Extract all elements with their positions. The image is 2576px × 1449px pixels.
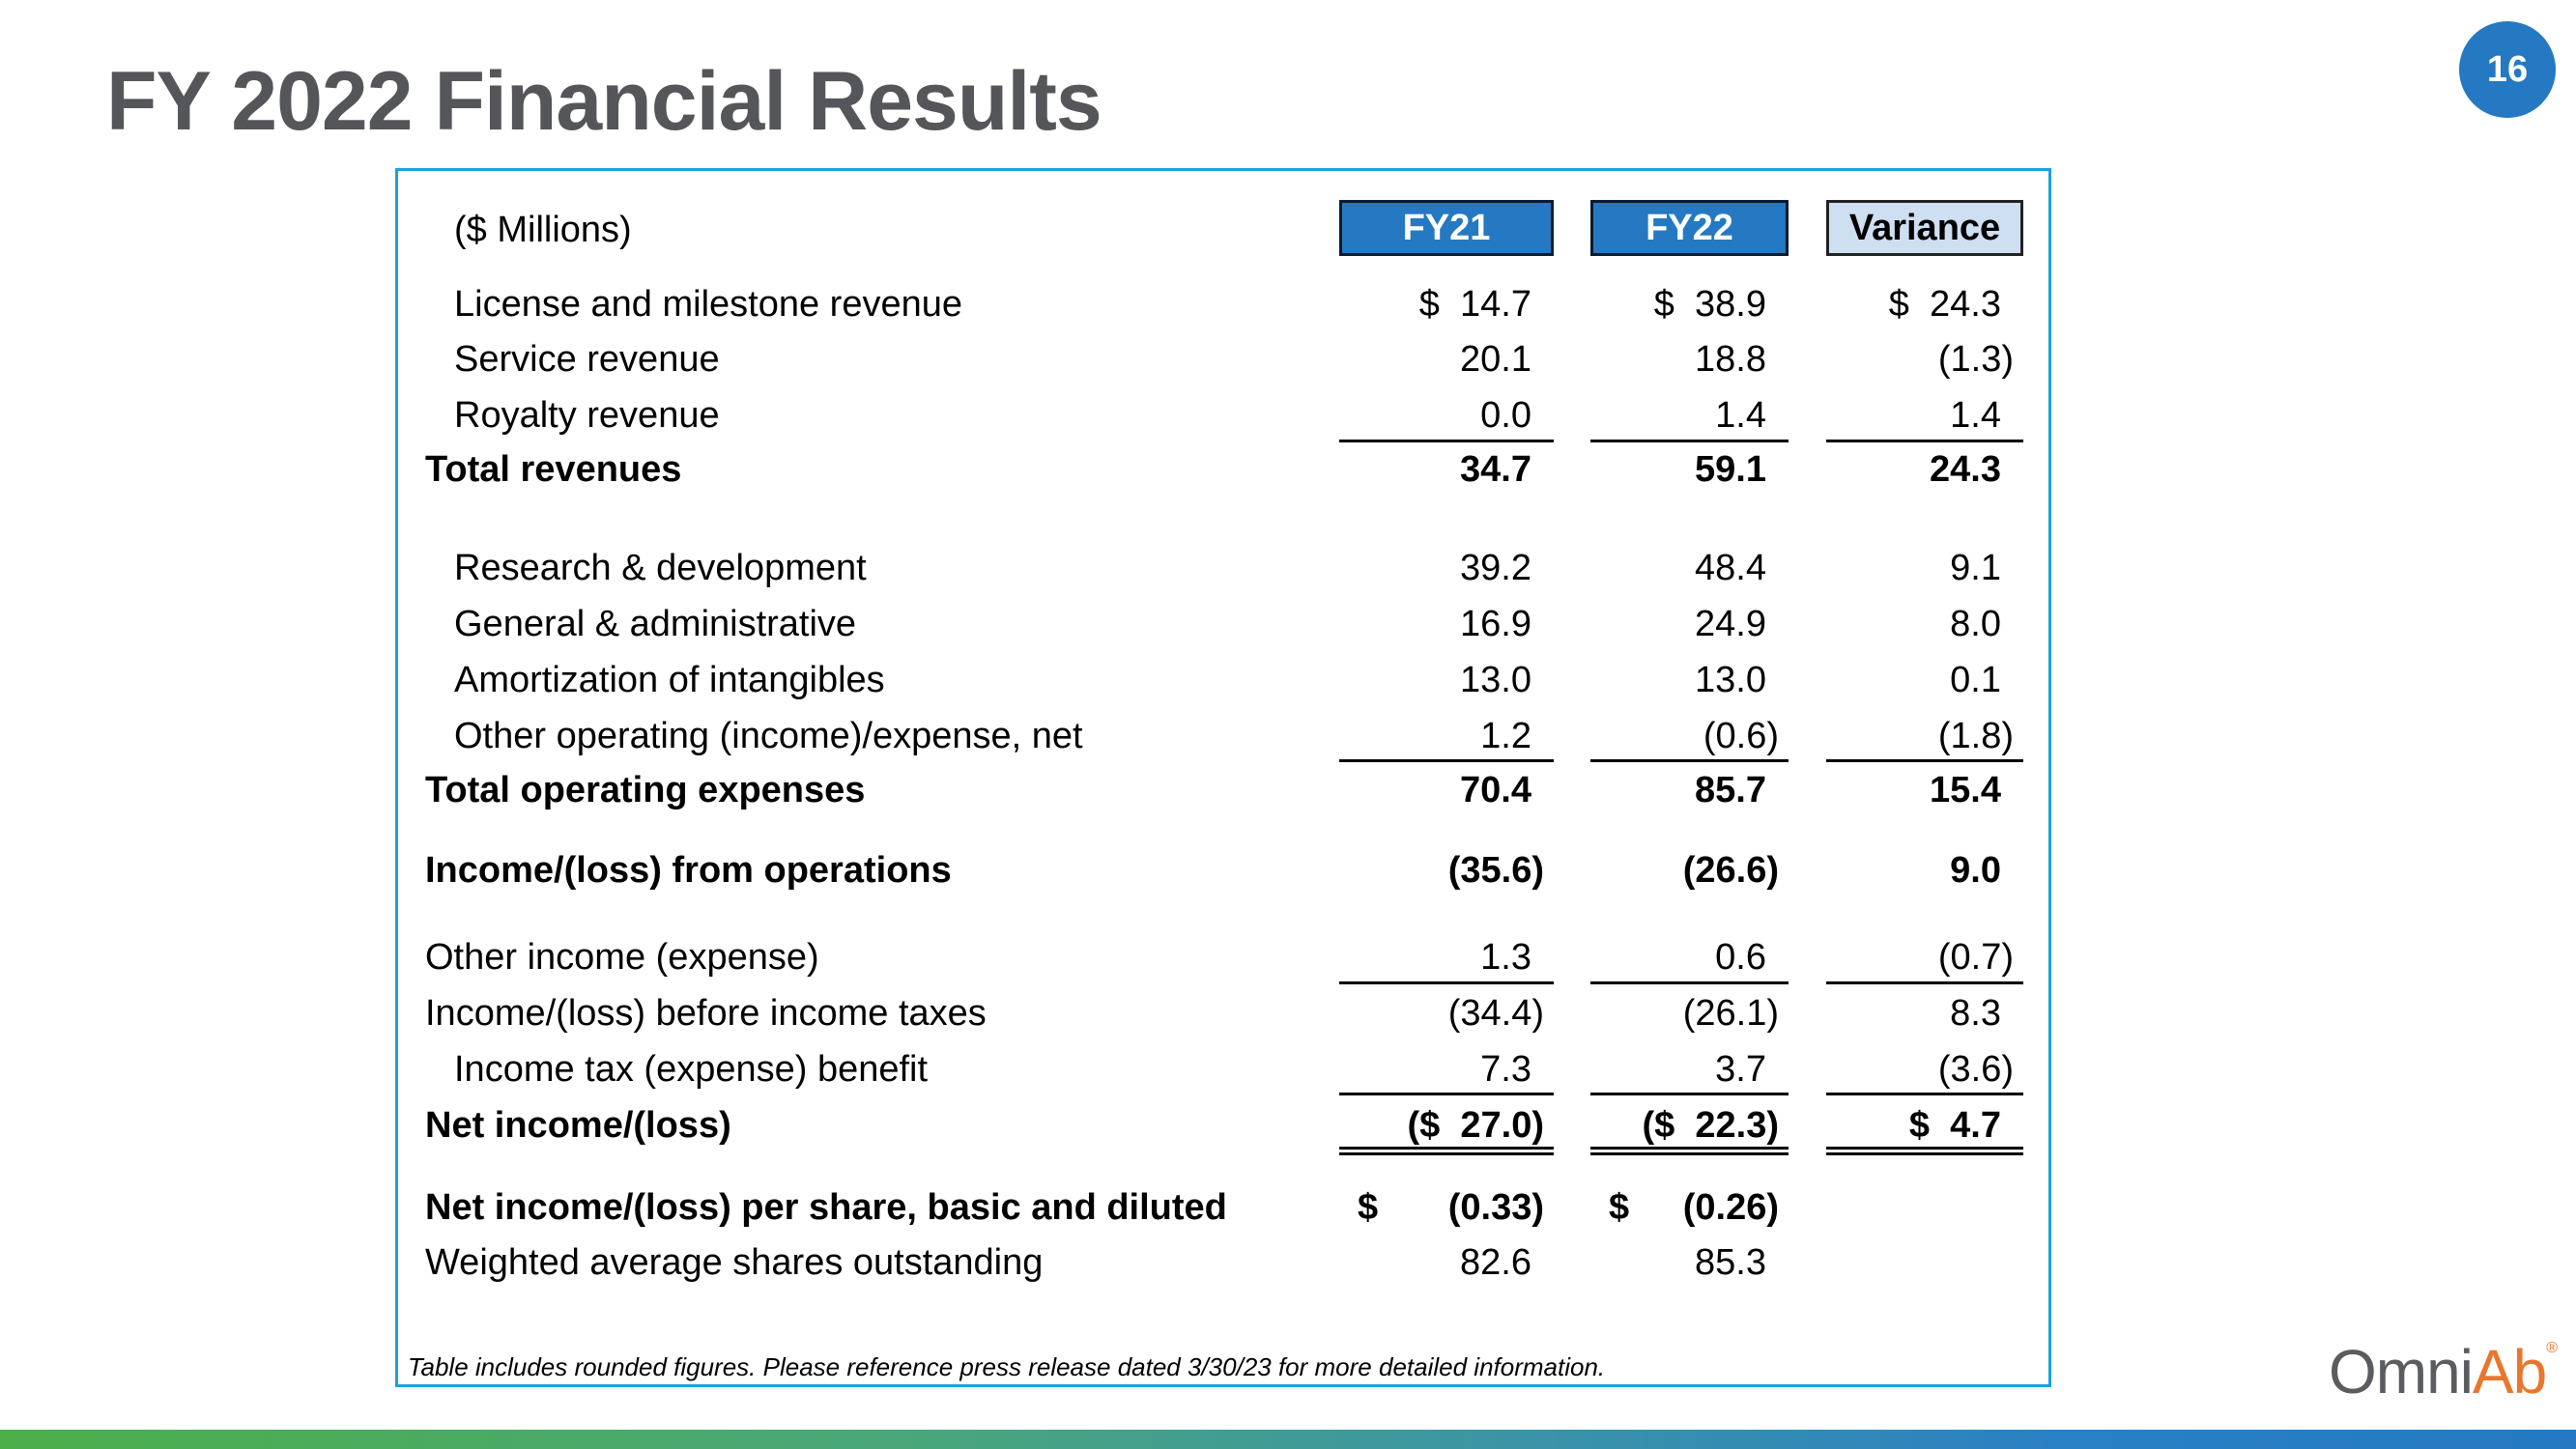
currency-symbol: $ <box>1358 1187 1379 1228</box>
cell-fy21: (0.33) <box>1447 1187 1544 1228</box>
cell-fy21: 13.0 <box>1460 660 1531 700</box>
cell-fy22: (26.1) <box>1682 993 1779 1034</box>
cell-variance: 8.3 <box>1950 993 2001 1034</box>
logo-text-omni: Omni <box>2329 1337 2474 1406</box>
units-label: ($ Millions) <box>454 210 632 250</box>
cell-fy22: ($ 22.3) <box>1642 1105 1779 1146</box>
cell-variance: 15.4 <box>1930 770 2001 810</box>
cell-variance: (0.7) <box>1937 937 2014 978</box>
row-label: Weighted average shares outstanding <box>425 1242 1044 1283</box>
cell-variance: (1.3) <box>1937 339 2014 380</box>
logo-text-ab: Ab <box>2472 1337 2547 1406</box>
cell-variance: 24.3 <box>1930 449 2001 490</box>
cell-fy21: 16.9 <box>1460 604 1531 644</box>
subtotal-rule <box>1339 981 1554 984</box>
column-header-variance: Variance <box>1826 200 2023 256</box>
row-label: Other income (expense) <box>425 937 819 978</box>
cell-fy21: 1.3 <box>1480 937 1531 978</box>
cell-fy22: (0.6) <box>1703 716 1779 756</box>
currency-symbol: $ <box>1609 1187 1630 1228</box>
cell-fy21: 82.6 <box>1460 1242 1531 1283</box>
cell-fy22: 13.0 <box>1695 660 1766 700</box>
total-double-rule <box>1339 1147 1554 1155</box>
cell-variance: 0.1 <box>1950 660 2001 700</box>
cell-fy21: $ 14.7 <box>1418 284 1531 325</box>
row-label: Net income/(loss) per share, basic and d… <box>425 1187 1227 1228</box>
footnote: Table includes rounded figures. Please r… <box>408 1352 1606 1381</box>
subtotal-rule <box>1826 1093 2023 1095</box>
cell-fy21: 7.3 <box>1480 1049 1531 1090</box>
cell-fy22: 85.7 <box>1695 770 1766 810</box>
row-label: Total operating expenses <box>425 770 866 810</box>
cell-fy22: $ 38.9 <box>1653 284 1766 325</box>
row-label: Net income/(loss) <box>425 1105 731 1146</box>
column-header-fy21: FY21 <box>1339 200 1554 256</box>
page-number-badge: 16 <box>2459 21 2556 118</box>
total-double-rule <box>1826 1147 2023 1155</box>
cell-fy21: 0.0 <box>1480 395 1531 436</box>
cell-fy21: 20.1 <box>1460 339 1531 380</box>
row-label: Amortization of intangibles <box>454 660 885 700</box>
cell-variance: 9.1 <box>1950 548 2001 588</box>
cell-fy21: 34.7 <box>1460 449 1531 490</box>
subtotal-rule <box>1826 759 2023 762</box>
subtotal-rule <box>1826 440 2023 442</box>
cell-fy21: 1.2 <box>1480 716 1531 756</box>
row-label: Income/(loss) before income taxes <box>425 993 987 1034</box>
cell-variance: (1.8) <box>1937 716 2014 756</box>
row-label: Service revenue <box>454 339 720 380</box>
subtotal-rule <box>1590 440 1789 442</box>
slide-title: FY 2022 Financial Results <box>106 55 1102 148</box>
footer-gradient-bar <box>0 1430 2576 1449</box>
row-label: Income/(loss) from operations <box>425 850 952 891</box>
cell-variance: $ 4.7 <box>1908 1105 2001 1146</box>
row-label: Research & development <box>454 548 867 588</box>
row-label: Total revenues <box>425 449 682 490</box>
row-label: Income tax (expense) benefit <box>454 1049 929 1090</box>
cell-fy21: (34.4) <box>1447 993 1544 1034</box>
subtotal-rule <box>1339 1093 1554 1095</box>
cell-fy21: (35.6) <box>1447 850 1544 891</box>
subtotal-rule <box>1590 981 1789 984</box>
cell-fy22: (26.6) <box>1682 850 1779 891</box>
cell-fy21: 70.4 <box>1460 770 1531 810</box>
omniab-logo: OmniAb® <box>2329 1340 2558 1404</box>
cell-fy22: 0.6 <box>1715 937 1766 978</box>
row-label: Royalty revenue <box>454 395 720 436</box>
subtotal-rule <box>1339 759 1554 762</box>
column-header-fy22: FY22 <box>1590 200 1789 256</box>
cell-fy22: 1.4 <box>1715 395 1766 436</box>
total-double-rule <box>1590 1147 1789 1155</box>
row-label: License and milestone revenue <box>454 284 963 325</box>
subtotal-rule <box>1339 440 1554 442</box>
subtotal-rule <box>1590 1093 1789 1095</box>
cell-fy22: 48.4 <box>1695 548 1766 588</box>
cell-variance: (3.6) <box>1937 1049 2014 1090</box>
cell-fy22: (0.26) <box>1682 1187 1779 1228</box>
cell-variance: 8.0 <box>1950 604 2001 644</box>
cell-fy21: ($ 27.0) <box>1407 1105 1544 1146</box>
cell-variance: $ 24.3 <box>1888 284 2001 325</box>
subtotal-rule <box>1826 981 2023 984</box>
cell-fy22: 18.8 <box>1695 339 1766 380</box>
registered-mark-icon: ® <box>2546 1340 2558 1356</box>
cell-fy22: 24.9 <box>1695 604 1766 644</box>
row-label: General & administrative <box>454 604 857 644</box>
row-label: Other operating (income)/expense, net <box>454 716 1083 756</box>
cell-fy22: 59.1 <box>1695 449 1766 490</box>
cell-fy21: 39.2 <box>1460 548 1531 588</box>
cell-variance: 9.0 <box>1950 850 2001 891</box>
cell-fy22: 85.3 <box>1695 1242 1766 1283</box>
subtotal-rule <box>1590 759 1789 762</box>
cell-fy22: 3.7 <box>1715 1049 1766 1090</box>
cell-variance: 1.4 <box>1950 395 2001 436</box>
